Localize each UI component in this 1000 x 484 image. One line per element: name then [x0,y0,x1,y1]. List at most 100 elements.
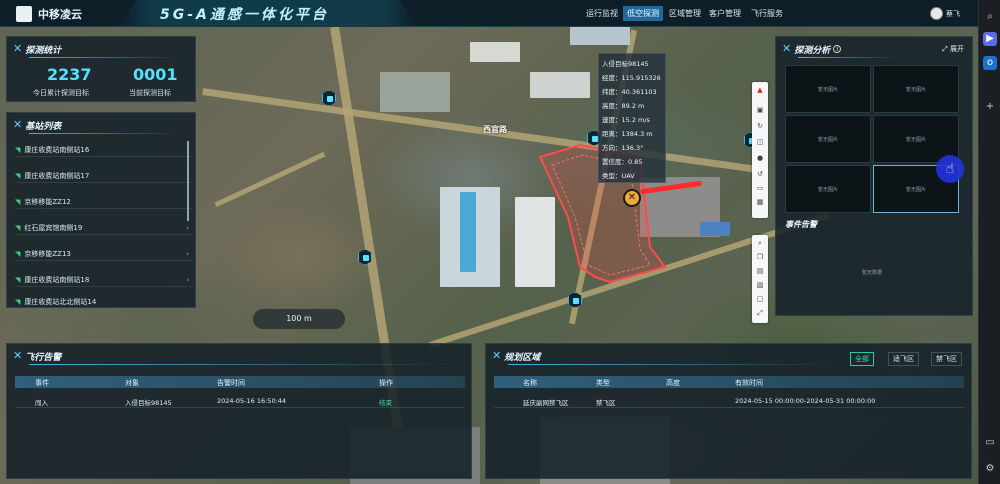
col-action: 操作 [379,379,393,387]
cell-empty-label: 暂无图片 [817,87,838,93]
table-row[interactable]: 延庆副网禁飞区 禁飞区 2024-05-15 00:00:00-2024-05-… [494,394,964,408]
layer-icon[interactable]: ▣ [752,104,768,116]
map-building [470,42,520,62]
copy-icon[interactable]: ❐ [752,251,768,263]
popup-speed: 速度：15.2 m/s [602,116,650,124]
base-station-marker[interactable] [322,90,336,106]
popup-confidence: 置信度：0.85 [602,158,643,166]
nav-area-manage[interactable]: 区域管理 [669,8,701,19]
panel-header: ✕ 探测分析 i [782,42,842,56]
expand-label: 展开 [950,45,964,53]
nav-customer-manage[interactable]: 客户管理 [709,8,741,19]
cell-empty-label: 暂无图片 [905,87,926,93]
signal-icon: ◥ [15,249,21,258]
panel-title: 规划区域 [504,352,541,363]
popup-distance: 距离：1384.3 m [602,130,653,138]
map-building [700,222,730,236]
stat-today-total: 2237 [47,65,92,84]
drone-marker[interactable]: ✕ [623,189,641,207]
panel-header: ✕ 基站列表 [13,118,61,132]
list-item[interactable]: ◥康庄收费站南侧站16› [15,143,193,157]
cell-empty-label: 暂无图片 [817,187,838,193]
list-item[interactable]: ◥京移移能ZZ12› [15,195,193,209]
popup-longitude: 经度：115.915326 [602,74,661,82]
map-road [202,88,758,173]
analysis-cell[interactable]: 暂无图片 [785,115,871,163]
add-icon[interactable]: + [983,100,997,114]
folder-icon[interactable]: ▤ [752,265,768,277]
analysis-cell[interactable]: 暂无图片 [785,65,871,113]
info-icon[interactable]: i [833,45,842,53]
tab-suitable-area[interactable]: 适飞区 [888,352,919,366]
outlook-icon[interactable]: o [983,56,997,70]
grid-icon[interactable]: ▦ [752,196,768,208]
header-underline [508,364,838,365]
list-item[interactable]: ◥ 康庄收费站南侧站18 › [15,273,193,287]
station-name: 康庄收费站南侧站17 [24,171,90,180]
lock-icon[interactable]: ▢ [752,293,768,305]
cross-icon: ✕ [492,349,502,362]
list-item[interactable]: ◥ 红石屋宾馆南侧19 › [15,221,193,235]
compass-icon[interactable]: ▲ [752,84,768,96]
cell-empty-label: 暂无图片 [905,137,926,143]
cross-icon: ✕ [13,349,23,362]
scrollbar[interactable] [187,141,189,221]
header-underline [798,57,898,58]
map-building [570,27,630,45]
cell-empty-label: 暂无图片 [817,137,838,143]
list-item[interactable]: ◥ 康庄收费站北北侧站14 [15,297,193,307]
table-header [494,376,964,388]
brand-name: 中移凌云 [38,8,82,21]
copilot-icon[interactable]: ▶ [983,32,997,46]
station-list-panel: ✕基站列表 ◥康庄收费站南侧站16› ◥康庄收费站南侧站17› ◥京移移能ZZ1… [6,112,196,308]
avatar[interactable] [930,7,943,20]
list-item[interactable]: ◥康庄收费站南侧站17› [15,169,193,183]
cell-event: 闯入 [35,399,48,407]
header-underline [29,57,179,58]
measure-icon[interactable]: ◫ [752,136,768,148]
analysis-cell[interactable]: 暂无图片 [873,65,959,113]
station-name: 康庄收费站北北侧站14 [24,298,97,306]
road-label: 西官路 [483,125,507,134]
stat-current: 0001 [133,65,178,84]
map-toolbar-bottom: ⌕ ❐ ▤ ▧ ▢ ⤢ [752,235,768,323]
popup-latitude: 纬度：40.361103 [602,88,657,96]
tab-all[interactable]: 全部 [850,352,874,366]
location-icon[interactable]: ● [752,152,768,164]
refresh-icon[interactable]: ↺ [752,168,768,180]
rotate-icon[interactable]: ↻ [752,120,768,132]
screen-icon[interactable]: ▭ [752,182,768,194]
station-name: 京移移能ZZ13 [24,249,71,258]
chevron-right-icon: › [186,249,189,258]
cell-type: 禁飞区 [596,399,616,407]
flight-alarm-panel: ✕ 飞行告警 事件 对象 告警时间 操作 闯入 入侵目标98145 2024-05… [6,343,472,479]
nav-run-monitor[interactable]: 运行监视 [586,8,618,19]
detect-stats-panel: ✕ 探测统计 2237 今日累计探测目标 0001 当前探测目标 [6,36,196,102]
panel-header: ✕ 飞行告警 [13,349,61,363]
analysis-cell[interactable]: 暂无图片 [785,165,871,213]
screen-icon[interactable]: ▭ [983,436,997,450]
end-action-link[interactable]: 结束 [379,397,392,407]
signal-icon: ◥ [15,223,21,232]
tab-no-fly-area[interactable]: 禁飞区 [931,352,962,366]
popup-direction: 方向：136.3° [602,144,644,152]
fullscreen-icon[interactable]: ⤢ [752,307,768,319]
nav-flight-service[interactable]: 飞行服务 [751,8,783,19]
panel-title: 基站列表 [25,121,62,132]
map-toolbar-top: ▲ ▣ ↻ ◫ ● ↺ ▭ ▦ [752,82,768,218]
zoom-search-icon[interactable]: ⌕ [752,237,768,249]
cell-empty-label: 暂无图片 [905,187,926,193]
map-building [380,72,450,112]
list-item[interactable]: ◥ 京移移能ZZ13 › [15,247,193,261]
expand-button[interactable]: ⤢ 展开 [942,44,964,54]
table-row[interactable]: 闯入 入侵目标98145 2024-05-16 16:50:44 结束 [15,394,465,408]
detect-analysis-panel: ✕ 探测分析 i ⤢ 展开 暂无图片 暂无图片 暂无图片 暂无图片 暂无图片 暂无图… [775,36,973,316]
search-icon[interactable]: ⌕ [983,10,997,24]
gear-icon[interactable]: ⚙ [983,462,997,476]
image-icon[interactable]: ▧ [752,279,768,291]
user-name[interactable]: 蔡飞 [946,9,960,19]
cross-icon: ✕ [782,42,792,55]
cell-time: 2024-05-16 16:50:44 [217,397,287,405]
header-underline [29,364,459,365]
nav-low-altitude-detect[interactable]: 低空探测 [623,6,663,21]
